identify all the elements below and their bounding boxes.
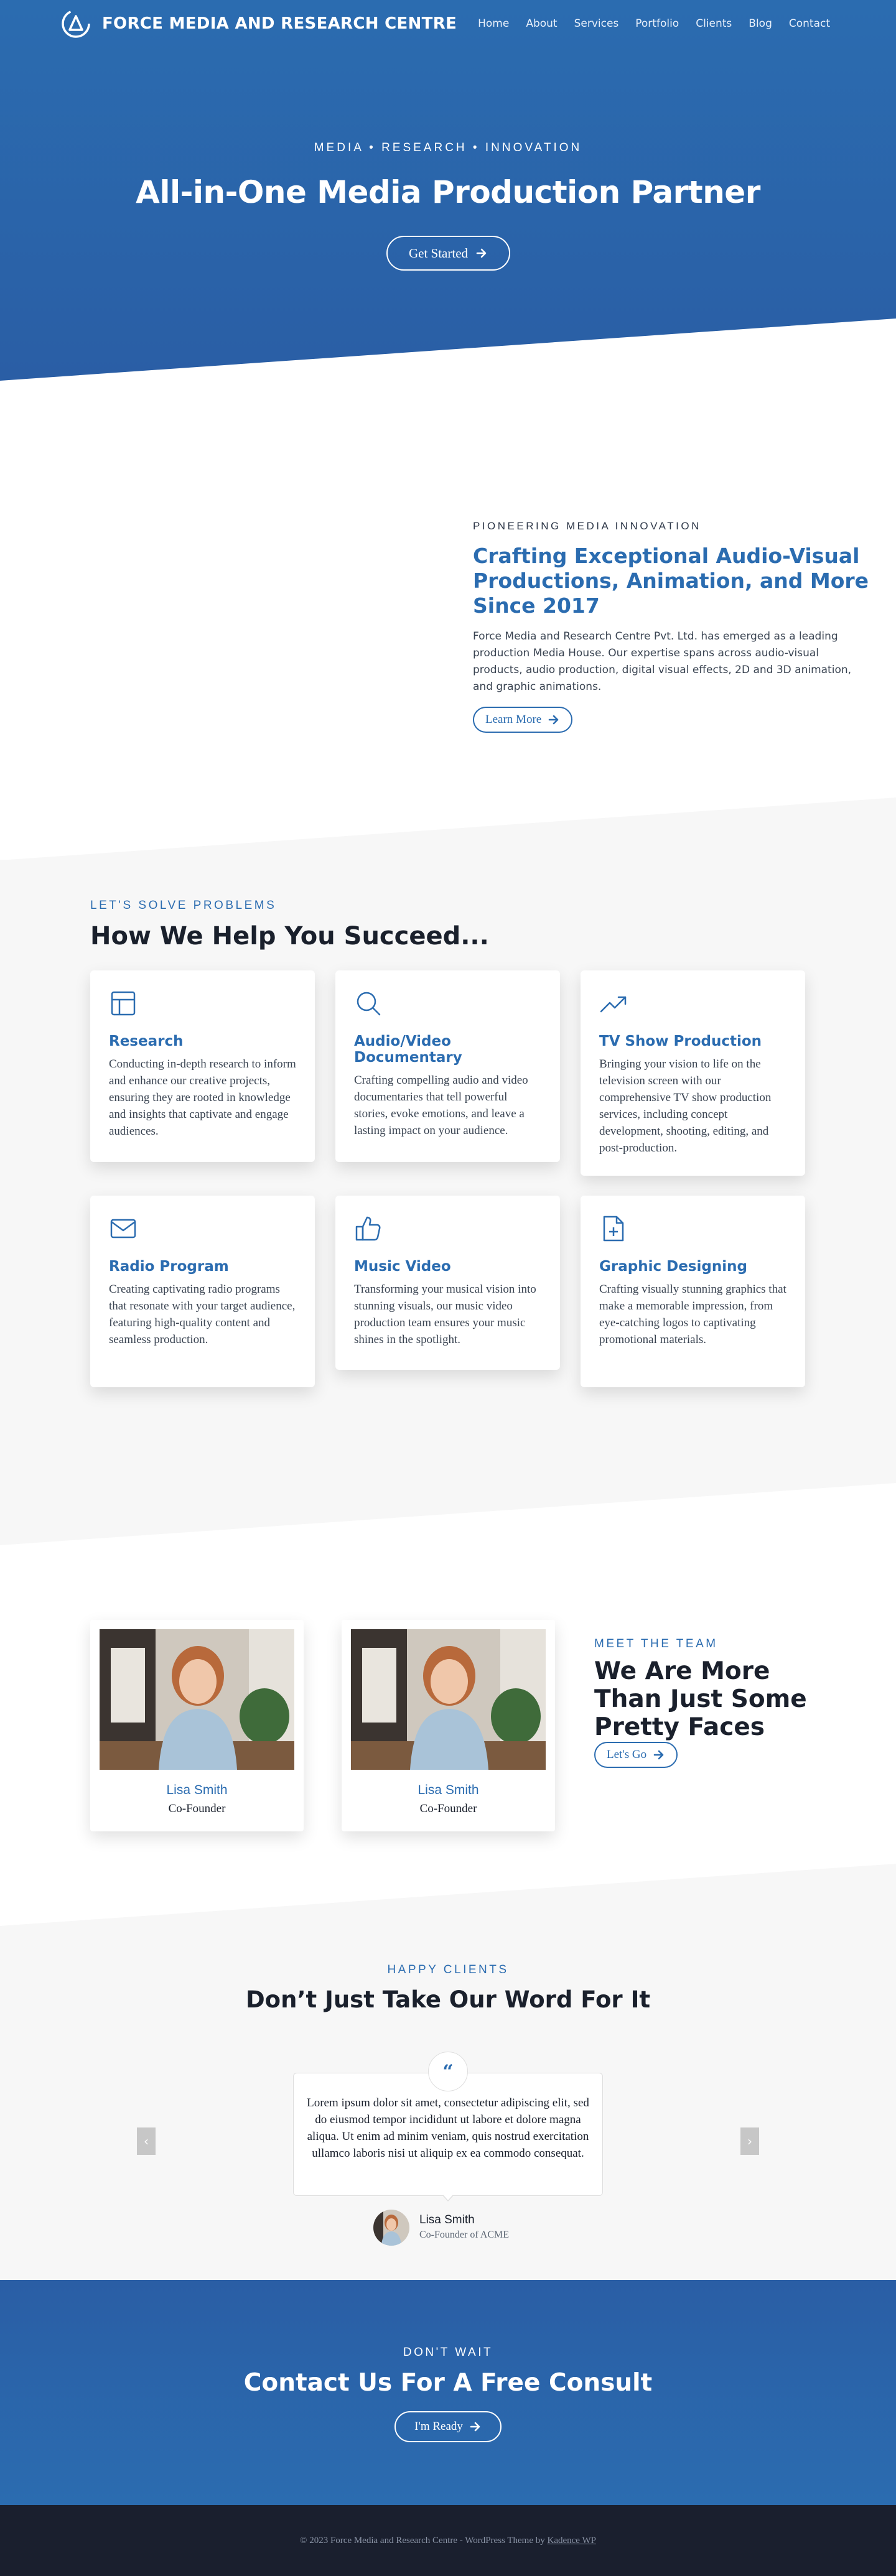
team-member-photo xyxy=(351,1629,546,1770)
chevron-left-icon: ‹ xyxy=(144,2134,149,2149)
about-section: PIONEERING MEDIA INNOVATION Crafting Exc… xyxy=(0,381,896,860)
file-plus-icon xyxy=(603,1216,624,1242)
nav-services[interactable]: Services xyxy=(574,17,619,30)
arrow-right-icon xyxy=(548,714,560,726)
service-card-title: Audio/Video Documentary xyxy=(354,1033,462,1066)
nav-contact[interactable]: Contact xyxy=(789,17,830,30)
testimonials-kicker: HAPPY CLIENTS xyxy=(387,1963,509,1976)
services-section: LET'S SOLVE PROBLEMS How We Help You Suc… xyxy=(0,797,896,1545)
service-card-title: Research xyxy=(109,1033,184,1049)
mail-icon xyxy=(110,1219,136,1239)
about-content: PIONEERING MEDIA INNOVATION Crafting Exc… xyxy=(473,520,871,733)
brand-title: FORCE MEDIA AND RESEARCH CENTRE xyxy=(102,14,457,33)
team-member-name: Lisa Smith xyxy=(418,1783,479,1797)
site-footer: © 2023 Force Media and Research Centre -… xyxy=(0,2505,896,2576)
im-ready-button[interactable]: I'm Ready xyxy=(394,2411,502,2442)
thumbs-up-icon xyxy=(355,1216,381,1241)
service-card-desc: Creating captivating radio programs that… xyxy=(109,1283,296,1346)
service-card-desc: Bringing your vision to life on the tele… xyxy=(599,1058,772,1155)
testimonial-author-name: Lisa Smith xyxy=(419,2213,475,2226)
service-card-tv-show: TV Show Production Bringing your vision … xyxy=(581,970,805,1176)
nav-home[interactable]: Home xyxy=(478,17,509,30)
cta-section: DON'T WAIT Contact Us For A Free Consult… xyxy=(0,2280,896,2505)
nav-about[interactable]: About xyxy=(526,17,557,30)
service-card-radio: Radio Program Creating captivating radio… xyxy=(90,1196,315,1387)
carousel-prev-button[interactable]: ‹ xyxy=(137,2127,156,2155)
services-top-divider xyxy=(0,797,896,860)
team-kicker: MEET THE TEAM xyxy=(594,1637,718,1650)
about-image-placeholder xyxy=(90,468,439,729)
brand-logo-icon xyxy=(62,9,90,38)
services-bottom-divider xyxy=(0,1483,896,1545)
service-card-documentary: Audio/Video Documentary Crafting compell… xyxy=(335,970,560,1162)
get-started-label: Get Started xyxy=(408,245,469,261)
arrow-right-icon xyxy=(653,1749,665,1761)
top-navigation: FORCE MEDIA AND RESEARCH CENTRE Home Abo… xyxy=(0,0,896,49)
service-card-music-video: Music Video Transforming your musical vi… xyxy=(335,1196,560,1370)
service-card-desc: Conducting in-depth research to inform a… xyxy=(109,1058,296,1138)
quote-mark: “ xyxy=(442,2060,454,2083)
team-section: Lisa Smith Co-Founder Lisa Smith Co-Foun… xyxy=(0,1545,896,1926)
nav-clients[interactable]: Clients xyxy=(696,17,732,30)
testimonial-author-title: Co-Founder of ACME xyxy=(419,2230,509,2240)
service-card-desc: Transforming your musical vision into st… xyxy=(354,1283,536,1346)
author-avatar xyxy=(373,2210,409,2246)
team-member-photo xyxy=(100,1629,294,1770)
service-card-desc: Crafting compelling audio and video docu… xyxy=(354,1074,528,1137)
team-member-name: Lisa Smith xyxy=(166,1783,228,1797)
testimonial-pointer-inner xyxy=(443,2195,453,2200)
quote-icon: “ xyxy=(428,2052,468,2091)
service-card-graphic: Graphic Designing Crafting visually stun… xyxy=(581,1196,805,1387)
im-ready-label: I'm Ready xyxy=(414,2420,463,2433)
cta-heading: Contact Us For A Free Consult xyxy=(243,2369,653,2397)
team-card: Lisa Smith Co-Founder xyxy=(90,1620,304,1831)
about-body: Force Media and Research Centre Pvt. Ltd… xyxy=(473,630,852,693)
layout-icon xyxy=(111,991,136,1016)
about-kicker: PIONEERING MEDIA INNOVATION xyxy=(473,520,701,532)
hero-section: FORCE MEDIA AND RESEARCH CENTRE Home Abo… xyxy=(0,0,896,381)
hero-title: All-in-One Media Production Partner xyxy=(136,174,760,210)
team-bottom-divider xyxy=(0,1864,896,1926)
arrow-right-icon xyxy=(469,2420,482,2433)
footer-copyright: © 2023 Force Media and Research Centre -… xyxy=(300,2535,548,2546)
learn-more-label: Learn More xyxy=(485,713,542,726)
team-heading: We Are More Than Just Some Pretty Faces xyxy=(594,1657,807,1741)
arrow-right-icon xyxy=(475,247,488,259)
services-heading: How We Help You Succeed... xyxy=(90,922,489,951)
team-card: Lisa Smith Co-Founder xyxy=(342,1620,555,1831)
lets-go-label: Let's Go xyxy=(607,1748,647,1761)
main-menu: Home About Services Portfolio Clients Bl… xyxy=(461,17,830,30)
chevron-right-icon: › xyxy=(747,2134,752,2149)
lets-go-button[interactable]: Let's Go xyxy=(594,1742,678,1768)
service-card-desc: Crafting visually stunning graphics that… xyxy=(599,1283,786,1346)
cta-kicker: DON'T WAIT xyxy=(403,2346,493,2359)
carousel-next-button[interactable]: › xyxy=(740,2127,759,2155)
about-heading: Crafting Exceptional Audio-Visual Produc… xyxy=(473,544,869,618)
service-card-title: Graphic Designing xyxy=(599,1258,747,1275)
search-icon xyxy=(357,992,381,1016)
nav-portfolio[interactable]: Portfolio xyxy=(635,17,679,30)
testimonials-heading: Don’t Just Take Our Word For It xyxy=(245,1986,651,2013)
services-kicker: LET'S SOLVE PROBLEMS xyxy=(90,899,277,912)
service-card-title: Radio Program xyxy=(109,1258,229,1275)
service-card-title: TV Show Production xyxy=(599,1033,762,1049)
footer-theme-link[interactable]: Kadence WP xyxy=(548,2536,596,2546)
team-member-role: Co-Founder xyxy=(168,1802,226,1815)
learn-more-button[interactable]: Learn More xyxy=(473,707,573,733)
service-card-title: Music Video xyxy=(354,1258,451,1275)
service-card-research: Research Conducting in-depth research to… xyxy=(90,970,315,1162)
nav-blog[interactable]: Blog xyxy=(749,17,772,30)
team-member-role: Co-Founder xyxy=(419,1802,477,1815)
get-started-button[interactable]: Get Started xyxy=(386,236,510,271)
brand[interactable]: FORCE MEDIA AND RESEARCH CENTRE xyxy=(61,9,457,39)
testimonials-section: HAPPY CLIENTS Don’t Just Take Our Word F… xyxy=(0,1926,896,2280)
trending-up-icon xyxy=(600,996,627,1013)
hero-kicker: MEDIA • RESEARCH • INNOVATION xyxy=(314,141,582,154)
hero-diagonal-divider xyxy=(0,319,896,381)
footer-credit: © 2023 Force Media and Research Centre -… xyxy=(300,2536,596,2546)
testimonial-quote: Lorem ipsum dolor sit amet, consectetur … xyxy=(307,2096,589,2160)
